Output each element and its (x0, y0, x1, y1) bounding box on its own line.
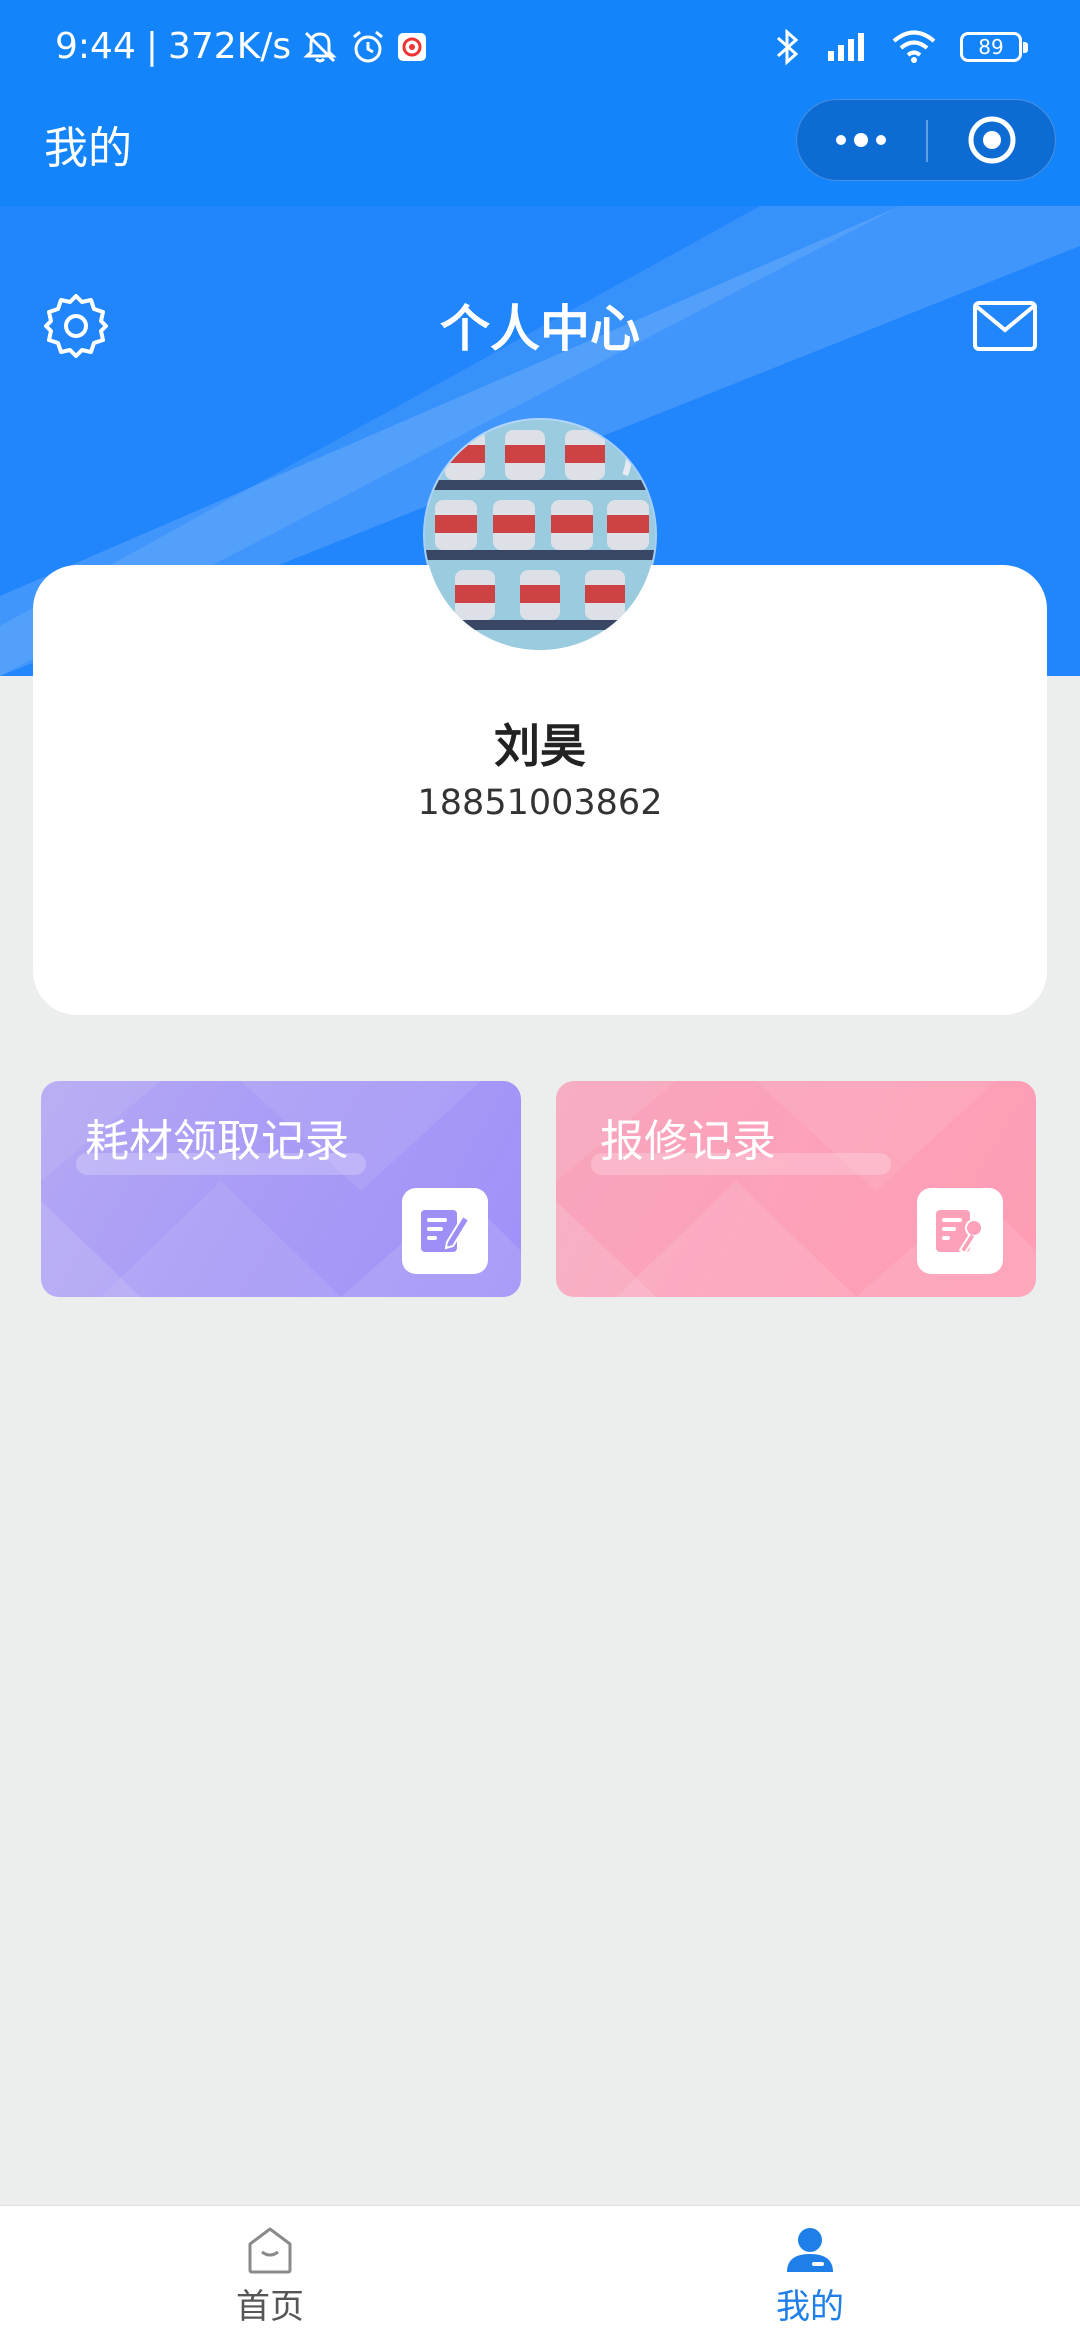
app-notification-icon (398, 33, 427, 61)
mini-program-capsule (796, 99, 1056, 181)
consumables-icon-box (402, 1188, 488, 1274)
home-icon (248, 2227, 292, 2274)
status-left: 9:44 | 372K/s (55, 22, 427, 72)
repair-icon-box (917, 1188, 1003, 1274)
battery-level: 89 (978, 35, 1004, 59)
user-name: 刘昊 (494, 719, 586, 773)
network-speed: 372K/s (167, 26, 292, 67)
status-bar: 9:44 | 372K/s 89 (0, 0, 1080, 96)
status-time: 9:44 (55, 26, 136, 67)
mail-icon (973, 301, 1037, 351)
signal-icon (828, 33, 864, 61)
consumables-record-label: 耗材领取记录 (85, 1116, 349, 1167)
status-separator: | (145, 26, 158, 67)
consumables-record-tile[interactable]: 耗材领取记录 (41, 1081, 521, 1297)
edit-note-icon (421, 1210, 471, 1252)
repair-doc-icon (936, 1210, 983, 1255)
alarm-icon (353, 30, 384, 63)
close-target-icon (968, 116, 1016, 164)
nav-bar: 我的 (0, 96, 1080, 206)
mute-bell-icon (303, 31, 337, 63)
repair-record-tile[interactable]: 报修记录 (556, 1081, 1036, 1297)
tab-mine[interactable]: 我的 (540, 2206, 1080, 2340)
user-icon (787, 2228, 833, 2272)
tab-home[interactable]: 首页 (0, 2206, 540, 2340)
bluetooth-icon (777, 28, 799, 66)
tab-home-label: 首页 (236, 2287, 304, 2327)
avatar-image (425, 420, 655, 650)
tab-bar: 首页 我的 (0, 2205, 1080, 2340)
avatar[interactable] (425, 420, 655, 650)
wifi-icon (892, 30, 936, 63)
status-right: 89 (774, 22, 1028, 72)
page-title: 个人中心 (440, 300, 640, 358)
repair-record-label: 报修记录 (600, 1116, 776, 1167)
messages-button[interactable] (972, 300, 1038, 352)
page: 9:44 | 372K/s 89 我的 个人中心 刘昊 18851003862 … (0, 0, 1080, 2340)
nav-title: 我的 (44, 123, 132, 174)
more-dots-icon (836, 133, 886, 147)
battery-icon: 89 (960, 32, 1028, 62)
more-button[interactable] (797, 100, 925, 180)
tab-mine-label: 我的 (776, 2287, 844, 2327)
user-phone: 18851003862 (417, 783, 663, 823)
close-button[interactable] (928, 100, 1056, 180)
